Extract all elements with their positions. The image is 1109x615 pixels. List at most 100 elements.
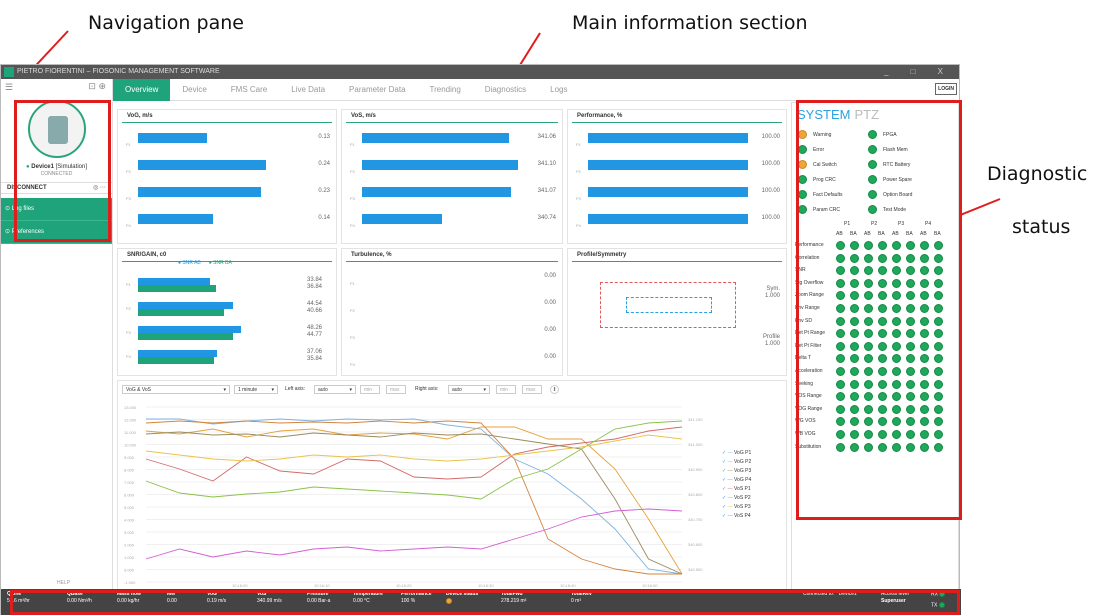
vog-bar-label: P2 [126,169,131,174]
trend-x-tick: 10:16:50 [642,583,658,588]
tab-device[interactable]: Device [170,79,218,101]
snr-legend-item: ● SNR BA [208,260,232,266]
pause-icon[interactable]: ‖ [550,385,559,394]
trend-legend-label: VoG P1 [733,450,752,456]
performance-panel: Performance, % P1 100.00 P2 100.00 P3 100.00 P… [567,109,787,244]
vos-bar-value: 340.74 [537,215,556,221]
tab-logs[interactable]: Logs [538,79,579,101]
trend-legend-item[interactable]: ✓ — VoS P2 [722,494,751,503]
trend-y2-tick: 340.900 [688,467,703,472]
trend-legend-item[interactable]: ✓ — VoS P4 [722,512,751,521]
trend-legend-label: VoG P2 [733,459,752,465]
vos-title: VoS, m/s [346,110,558,123]
trend-x-tick: 10:16:10 [314,583,330,588]
perf-bar [588,187,748,197]
turbulence-title: Turbulence, % [346,249,558,262]
perf-bar-value: 100.00 [761,215,780,221]
trend-y-tick: 5.000 [124,505,135,510]
highlight-statusbar [10,590,960,615]
profile-value: 1.000 [764,341,780,347]
left-min-input[interactable]: min [360,385,380,394]
trend-series-line [145,426,683,575]
interval-select[interactable]: 1 minute ▾ [234,385,278,394]
trend-chart: 13.000 12.000 11.000 10.000 9.000 8.000 7.000 6… [124,405,703,588]
trend-legend-label: VoS P4 [733,513,751,519]
tab-diagnostics[interactable]: Diagnostics [473,79,538,101]
right-max-input[interactable]: max [522,385,542,394]
profile-title: Profile/Symmetry [572,249,782,262]
login-button[interactable]: LOGIN [935,83,957,95]
perf-bar-value: 100.00 [761,161,780,167]
perf-bar-label: P2 [576,169,581,174]
trend-y2-tick: 341.000 [688,442,703,447]
snr-ba-bar [138,333,234,340]
sym-label: Sym. [766,286,780,292]
snr-ba-bar [138,285,217,292]
vos-bar-label: P1 [350,142,355,147]
trend-legend-item[interactable]: ✓ — VoS P3 [722,503,751,512]
tab-fms-care[interactable]: FMS Care [219,79,279,101]
trend-legend-item[interactable]: ✓ — VoG P1 [722,449,751,458]
snr-ba-bar [138,309,225,316]
snr-ab-value: 33.84 [306,277,322,283]
add-device-icon[interactable]: ⊡ ⊕ [88,81,106,92]
vog-bar-label: P1 [126,142,131,147]
snr-ab-bar [138,302,233,309]
vog-bar-value: 0.24 [318,161,330,167]
right-min-input[interactable]: min [496,385,516,394]
snr-ba-value: 36.84 [306,284,322,290]
vog-bar-value: 0.23 [318,188,330,194]
left-max-input[interactable]: max [386,385,406,394]
snr-legend: ● SNR AB ● SNR BA [178,260,232,266]
trend-legend-item[interactable]: ✓ — VoS P1 [722,485,751,494]
trend-y2-tick: 340.800 [688,492,703,497]
trend-y-tick: 11.000 [124,430,137,435]
profile-label: Profile [762,334,780,340]
tab-trending[interactable]: Trending [418,79,473,101]
trend-y-tick: 4.000 [124,518,135,523]
trend-legend-label: VoG P3 [733,468,752,474]
trend-legend-item[interactable]: ✓ — VoG P2 [722,458,751,467]
menu-icon[interactable]: ☰ [5,82,13,92]
trend-legend-label: VoS P1 [733,486,751,492]
series-select-value: VoG & VoS [126,387,152,393]
trend-x-tick: 10:16:20 [396,583,412,588]
trend-y-tick: 0.000 [124,568,135,573]
turb-bar-value: 0.00 [544,300,556,306]
perf-bar-value: 100.00 [761,188,780,194]
turb-bar-value: 0.00 [544,327,556,333]
vos-bar-value: 341.10 [537,161,556,167]
trend-y-tick: 7.000 [124,480,135,485]
trend-legend-item[interactable]: ✓ — VoG P4 [722,476,751,485]
sym-value: 1.000 [764,293,780,299]
annotation-main-information: Main information section [572,12,808,34]
trend-series-line [145,431,683,575]
trend-legend-label: VoS P2 [733,495,751,501]
left-axis-select[interactable]: auto ▾ [314,385,356,394]
series-select[interactable]: VoG & VoS ▾ [122,385,230,394]
window-controls[interactable]: _ □ X [884,65,953,79]
trend-y-tick: 12.000 [124,418,137,423]
right-axis-select[interactable]: auto ▾ [448,385,490,394]
snr-ab-value: 44.54 [306,301,322,307]
snr-ab-bar [138,326,241,333]
trend-legend-item[interactable]: ✓ — VoG P3 [722,467,751,476]
tab-overview[interactable]: Overview [113,79,171,101]
help-link[interactable]: HELP [57,580,70,586]
snr-ba-value: 44.77 [306,332,322,338]
trend-series-line [145,420,682,575]
perf-bar-label: P4 [576,223,581,228]
trend-y2-tick: 340.600 [688,542,703,547]
tab-parameter-data[interactable]: Parameter Data [337,79,417,101]
tab-live-data[interactable]: Live Data [279,79,337,101]
snr-bar-label: P2 [126,306,131,311]
trend-y-tick: 13.000 [124,405,137,410]
trend-y2-tick: 340.500 [688,567,703,572]
trend-y2-tick: 340.700 [688,517,703,522]
vos-bar [362,187,511,197]
trend-y-tick: 1.000 [124,555,135,560]
vos-panel: VoS, m/s P1 341.06 P2 341.10 P3 341.07 P4 340.7… [341,109,563,244]
vog-panel: VoG, m/s P1 0.13 P2 0.24 P3 0.23 P4 0.14 [117,109,337,244]
right-axis-value: auto [452,387,462,393]
trend-y-tick: 6.000 [124,493,135,498]
